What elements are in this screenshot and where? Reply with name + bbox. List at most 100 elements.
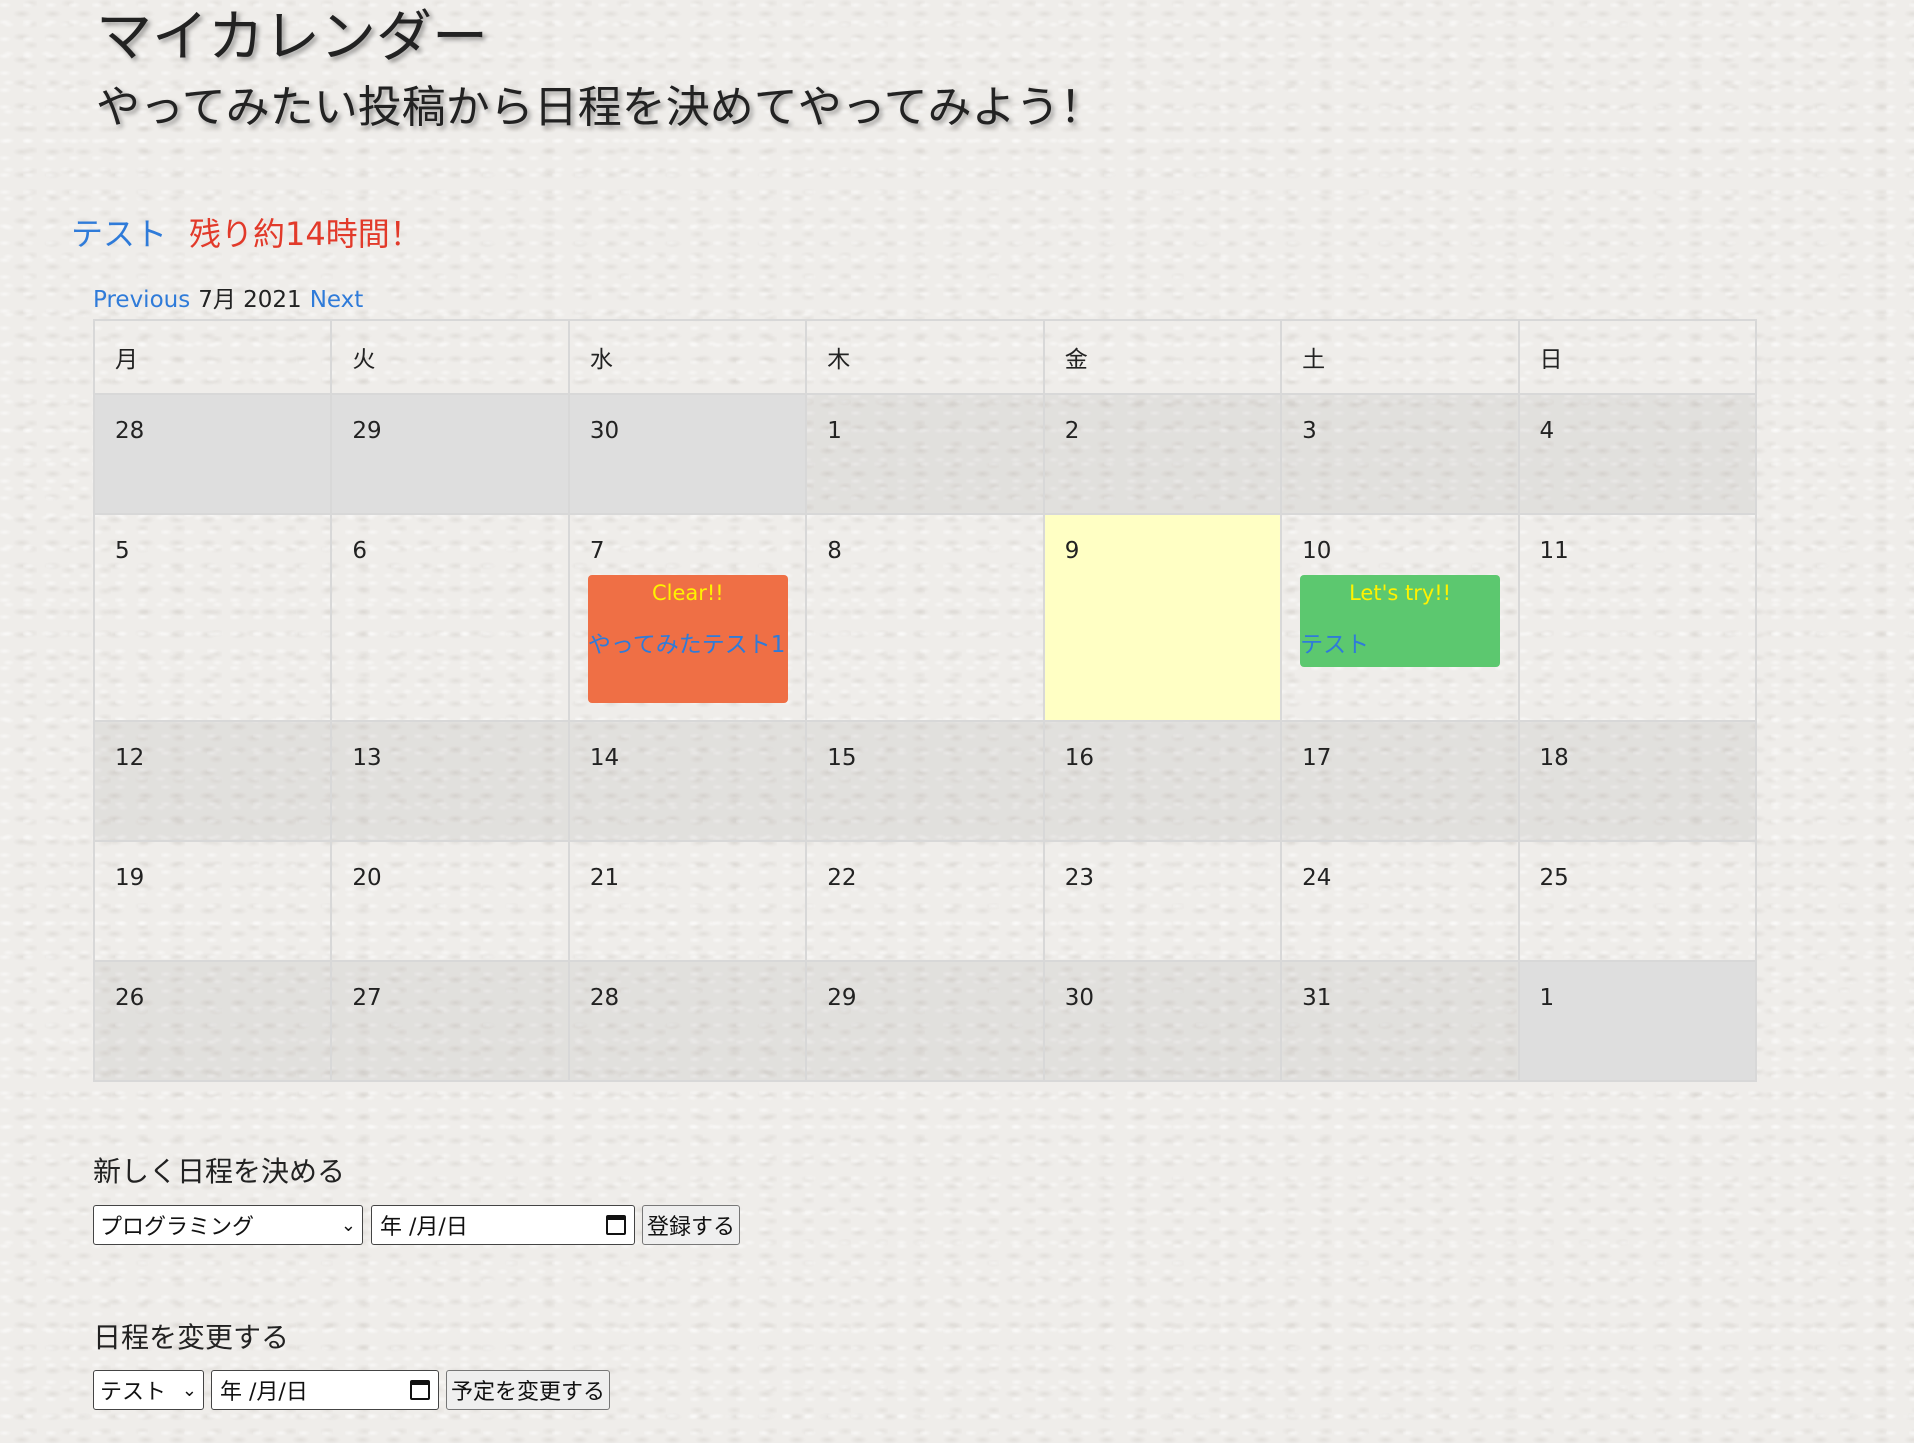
calendar-day: 14	[567, 720, 808, 842]
weekday-thu: 木	[805, 319, 1045, 395]
calendar-day: 12	[92, 720, 333, 842]
day-number: 8	[827, 538, 842, 564]
event-card-cleared: Clear!! やってみたテスト1	[587, 575, 788, 703]
calendar-day: 11	[1517, 513, 1758, 722]
day-number: 17	[1302, 745, 1332, 771]
calendar-day: 1	[805, 393, 1045, 515]
calendar-day: 30	[1042, 960, 1283, 1082]
calendar-day: 26	[92, 960, 333, 1082]
day-number: 16	[1064, 745, 1094, 771]
day-number: 23	[1064, 865, 1094, 891]
calendar-week: 26 27 28 29 30 31 1	[92, 960, 1758, 1082]
calendar-day: 6	[330, 513, 570, 722]
calendar-day: 23	[1042, 840, 1283, 962]
day-number: 29	[827, 985, 857, 1011]
calendar-week: 19 20 21 22 23 24 25	[92, 840, 1758, 962]
chevron-down-icon: ⌄	[340, 1214, 356, 1236]
calendar-day: 21	[567, 840, 808, 962]
calendar-icon[interactable]	[410, 1380, 430, 1400]
calendar-day: 13	[330, 720, 570, 842]
calendar-day-today: 9	[1042, 513, 1283, 722]
day-number: 9	[1064, 538, 1080, 564]
day-number: 7	[589, 538, 605, 564]
calendar-day: 29	[805, 960, 1045, 1082]
day-number: 18	[1539, 745, 1569, 771]
day-number: 12	[115, 745, 145, 771]
day-number: 21	[589, 865, 620, 891]
select-value: テスト	[100, 1380, 167, 1405]
calendar-day: 18	[1517, 720, 1758, 842]
calendar-day: 20	[330, 840, 570, 962]
day-number: 26	[115, 985, 145, 1011]
calendar-week: 12 13 14 15 16 17 18	[92, 720, 1758, 842]
day-number: 14	[589, 745, 620, 771]
day-number: 3	[1302, 418, 1317, 444]
day-number: 10	[1302, 538, 1332, 564]
calendar-day: 28	[567, 960, 808, 1082]
weekday-wed: 水	[567, 319, 808, 395]
previous-month-link[interactable]: Previous	[93, 287, 190, 313]
app-subtitle: やってみたい投稿から日程を決めてやってみよう！	[96, 82, 1104, 133]
day-number: 5	[115, 538, 130, 564]
app-title: マイカレンダー	[96, 5, 488, 70]
month-nav: Previous 7月 2021 Next	[93, 284, 363, 316]
day-number: 19	[115, 865, 145, 891]
current-month-label: 7月 2021	[198, 287, 302, 313]
weekday-mon: 月	[92, 319, 333, 395]
calendar-icon[interactable]	[606, 1215, 626, 1235]
day-number: 15	[827, 745, 857, 771]
day-number: 30	[1064, 985, 1094, 1011]
weekday-sun: 日	[1517, 319, 1758, 395]
calendar-day: 3	[1280, 393, 1520, 515]
calendar-day: 16	[1042, 720, 1283, 842]
page-header: マイカレンダー やってみたい投稿から日程を決めてやってみよう！	[96, 4, 1104, 136]
calendar-day: 31	[1280, 960, 1520, 1082]
event-card-planned: Let's try!! テスト	[1300, 575, 1501, 667]
chevron-down-icon: ⌄	[181, 1379, 197, 1401]
new-schedule-form: プログラミング ⌄ 年 /月/日 登録する	[93, 1205, 741, 1245]
calendar-day: 19	[92, 840, 333, 962]
day-number: 22	[827, 865, 857, 891]
day-number: 27	[352, 985, 382, 1011]
new-schedule-date-input[interactable]: 年 /月/日	[371, 1205, 635, 1245]
day-number: 2	[1064, 418, 1080, 444]
day-number: 24	[1302, 865, 1332, 891]
calendar-day: 30	[567, 393, 808, 515]
calendar-week: 28 29 30 1 2 3 4	[92, 393, 1758, 515]
calendar-day: 15	[805, 720, 1045, 842]
calendar-grid: 月 火 水 木 金 土 日 28 29 30 1 2 3 4 5 6 7 Cle…	[92, 319, 1758, 1082]
event-title-link[interactable]: やってみたテスト1	[588, 628, 788, 662]
calendar-week: 5 6 7 Clear!! やってみたテスト1 8 9 10 Let's try…	[92, 513, 1758, 722]
day-number: 1	[827, 418, 842, 444]
calendar-day: 4	[1517, 393, 1758, 515]
calendar-day: 5	[92, 513, 333, 722]
calendar-day: 7 Clear!! やってみたテスト1	[567, 513, 808, 722]
event-status-badge: Clear!!	[651, 581, 724, 605]
next-month-link[interactable]: Next	[310, 287, 364, 313]
day-number: 1	[1539, 985, 1555, 1011]
calendar-day: 22	[805, 840, 1045, 962]
register-button[interactable]: 登録する	[642, 1205, 741, 1245]
weekday-tue: 火	[330, 319, 570, 395]
day-number: 28	[115, 418, 145, 444]
change-schedule-date-input[interactable]: 年 /月/日	[211, 1370, 439, 1410]
calendar-day: 29	[330, 393, 570, 515]
countdown-remaining: 残り約14時間！	[189, 215, 422, 253]
weekday-sat: 土	[1280, 319, 1520, 395]
weekday-header-row: 月 火 水 木 金 土 日	[92, 319, 1758, 395]
calendar-day: 8	[805, 513, 1045, 722]
change-schedule-post-select[interactable]: テスト ⌄	[93, 1370, 204, 1410]
calendar-day: 27	[330, 960, 570, 1082]
new-schedule-post-select[interactable]: プログラミング ⌄	[93, 1205, 363, 1245]
calendar-day: 10 Let's try!! テスト	[1280, 513, 1520, 722]
day-number: 25	[1539, 865, 1569, 891]
event-status-badge: Let's try!!	[1349, 581, 1452, 605]
calendar-day: 2	[1042, 393, 1283, 515]
day-number: 20	[352, 865, 382, 891]
change-schedule-button[interactable]: 予定を変更する	[446, 1370, 611, 1410]
countdown-task-link[interactable]: テスト	[71, 215, 167, 253]
day-number: 30	[589, 418, 620, 444]
event-title-link[interactable]: テスト	[1300, 628, 1500, 662]
change-schedule-form: テスト ⌄ 年 /月/日 予定を変更する	[93, 1370, 611, 1410]
change-schedule-heading: 日程を変更する	[93, 1321, 290, 1354]
